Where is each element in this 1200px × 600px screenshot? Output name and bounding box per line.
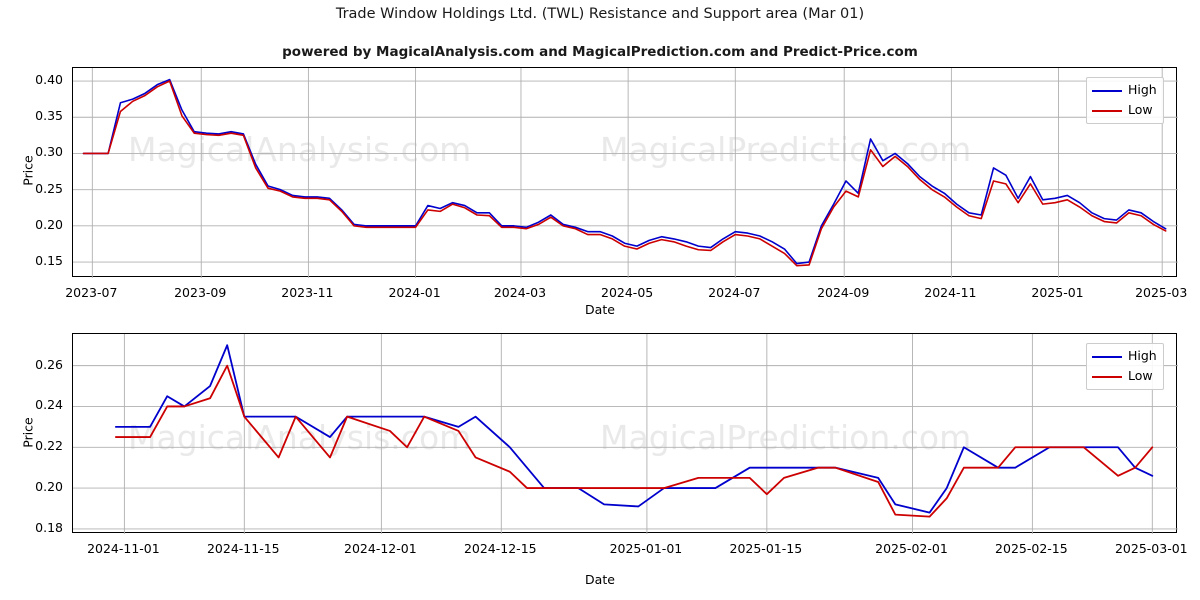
legend-row-high: High (1092, 82, 1157, 99)
legend-swatch-low (1092, 109, 1122, 112)
detail-x-tick-label: 2024-11-01 (87, 541, 160, 556)
chart-page: Trade Window Holdings Ltd. (TWL) Resista… (0, 0, 1200, 600)
legend-label-high: High (1128, 348, 1157, 364)
detail-x-tick-label: 2024-12-15 (463, 541, 537, 556)
detail-x-tick-label: 2025-01-15 (729, 541, 803, 556)
legend-label-low: Low (1128, 102, 1153, 118)
overview-y-tick-label: 0.20 (35, 216, 63, 232)
legend-label-low: Low (1128, 368, 1153, 384)
detail-legend: High Low (1086, 343, 1164, 390)
detail-x-tick-label: 2025-03-01 (1114, 541, 1188, 556)
overview-plot-area (72, 67, 1178, 278)
overview-y-tick-label: 0.40 (35, 72, 63, 88)
detail-plot-area (72, 333, 1178, 534)
overview-y-tick-label: 0.25 (35, 180, 63, 196)
overview-y-tick-label: 0.30 (35, 144, 63, 160)
detail-x-tick-label: 2025-01-01 (609, 541, 683, 556)
overview-y-tick-label: 0.35 (35, 108, 63, 124)
detail-x-axis-label: Date (585, 572, 615, 587)
legend-row-low: Low (1092, 102, 1157, 119)
detail-x-tick-label: 2025-02-15 (995, 541, 1068, 556)
detail-x-tick-label: 2024-12-01 (344, 541, 417, 556)
detail-x-tick-label: 2025-02-01 (875, 541, 948, 556)
overview-x-tick-label: 2025-03 (1135, 285, 1188, 300)
legend-swatch-high (1092, 89, 1122, 92)
overview-x-axis-label: Date (585, 302, 615, 317)
detail-panel: MagicalAnalysis.com MagicalPrediction.co… (0, 320, 1200, 600)
legend-label-high: High (1128, 82, 1157, 98)
overview-legend: High Low (1086, 77, 1164, 124)
detail-x-tick-label: 2024-11-15 (206, 541, 280, 556)
legend-row-high: High (1092, 348, 1157, 365)
legend-swatch-high (1092, 355, 1122, 358)
detail-y-tick-label: 0.22 (35, 438, 63, 454)
legend-row-low: Low (1092, 368, 1157, 385)
detail-y-tick-label: 0.20 (35, 479, 63, 495)
detail-y-tick-label: 0.26 (35, 356, 63, 372)
detail-y-tick-label: 0.18 (35, 519, 63, 535)
detail-y-tick-label: 0.24 (35, 397, 63, 413)
legend-swatch-low (1092, 375, 1122, 378)
overview-y-tick-label: 0.15 (35, 253, 63, 269)
overview-panel: MagicalAnalysis.com MagicalPrediction.co… (0, 0, 1200, 320)
